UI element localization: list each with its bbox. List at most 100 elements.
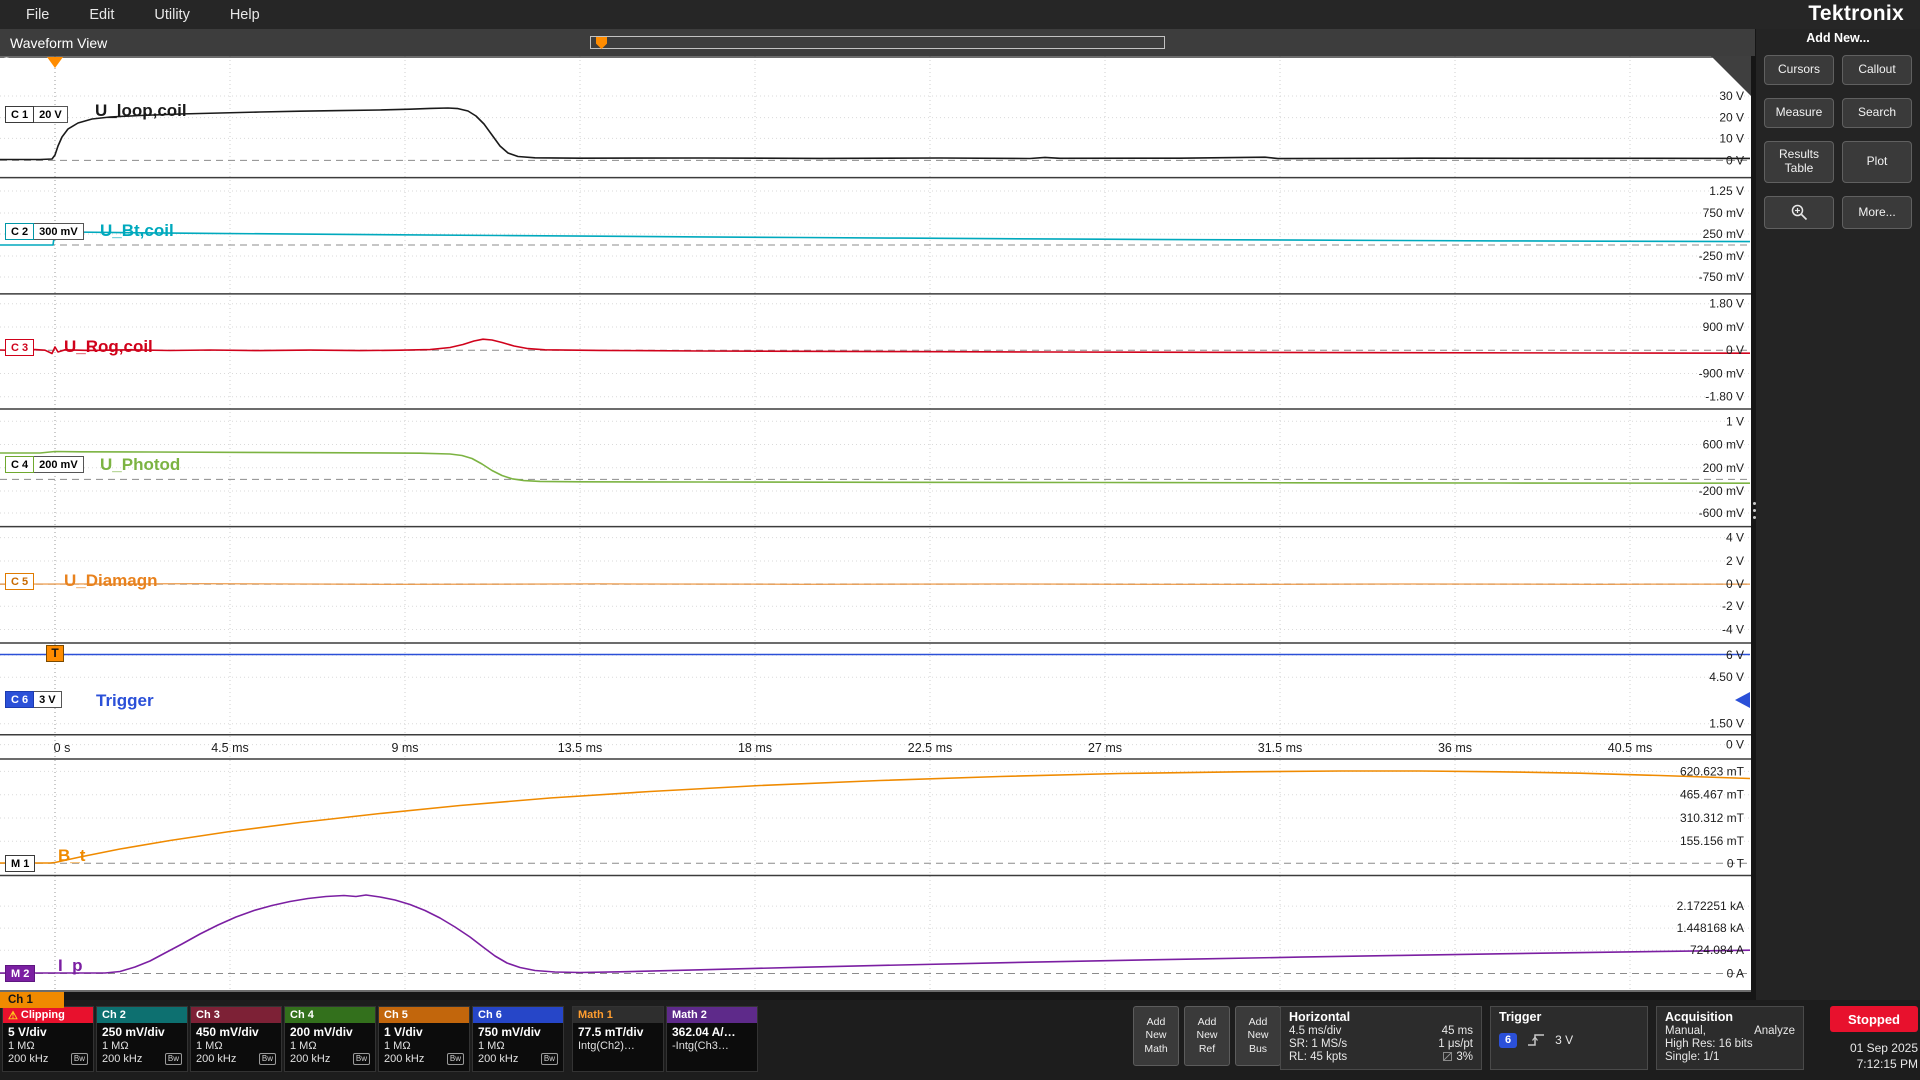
channel-badge-c3[interactable]: C 3 [5,339,34,356]
bottom-bar: ⚠Clipping5 V/div1 MΩ200 kHzBwCh 2250 mV/… [0,1000,1920,1080]
more-button[interactable]: More... [1842,196,1912,229]
run-stop-button[interactable]: Stopped [1830,1006,1918,1032]
channel-scale-label: 3 V [34,691,62,708]
horizontal-panel[interactable]: Horizontal 4.5 ms/div45 msSR: 1 MS/s1 μs… [1280,1006,1482,1070]
waveform-view[interactable]: U_loop,coil30 V20 V10 V0 VU_Bt,coil1.25 … [0,56,1751,992]
time-axis: 0 s4.5 ms9 ms13.5 ms18 ms22.5 ms27 ms31.… [54,741,1653,755]
bottom-badge-math-2[interactable]: Math 2362.04 A/…-Intg(Ch3… [666,1006,758,1072]
trace-c1 [0,108,1750,160]
scale-label: -600 mV [1699,506,1744,520]
badge-header-label: Ch 6 [478,1009,502,1021]
acquisition-panel[interactable]: Acquisition Manual, Analyze High Res: 16… [1656,1006,1804,1070]
waveform-view-title: Waveform View [10,35,107,51]
time-label: 31.5 ms [1258,741,1302,755]
scale-label: -200 mV [1699,484,1744,498]
measure-button[interactable]: Measure [1764,98,1834,128]
time-label: 9 ms [391,741,418,755]
horizontal-row-left: RL: 45 kpts [1289,1051,1347,1063]
channel-id-label: C 4 [5,456,34,473]
plot-button[interactable]: Plot [1842,141,1912,183]
badge-row2: 1 MΩ [3,1039,93,1052]
time-label: 40.5 ms [1608,741,1652,755]
trace-label-c5: U_Diamagn [64,571,158,590]
time-label: 4.5 ms [211,741,249,755]
bottom-badge-ch-6[interactable]: Ch 6750 mV/div1 MΩ200 kHzBw [472,1006,564,1072]
badge-row2: 1 MΩ [379,1039,469,1052]
menu-help[interactable]: Help [230,7,260,23]
bottom-badge-clipping[interactable]: ⚠Clipping5 V/div1 MΩ200 kHzBw [2,1006,94,1072]
badge-scale: 750 mV/div [473,1023,563,1039]
horizontal-row-right: 1 μs/pt [1438,1038,1473,1050]
bottom-badge-ch-4[interactable]: Ch 4200 mV/div1 MΩ200 kHzBw [284,1006,376,1072]
record-view-navigator[interactable] [590,36,1165,49]
bottom-badge-ch-5[interactable]: Ch 51 V/div1 MΩ200 kHzBw [378,1006,470,1072]
channel-badge-m1[interactable]: M 1 [5,855,35,872]
channel-id-label: C 2 [5,223,34,240]
channel-badge-c4[interactable]: C 4200 mV [5,456,84,473]
trigger-position-marker[interactable] [47,57,63,68]
callout-button[interactable]: Callout [1842,55,1912,85]
channel-scale-label: 200 mV [34,456,84,473]
badge-header-label: Ch 2 [102,1009,126,1021]
add-new-math-button[interactable]: AddNewMath [1133,1006,1179,1066]
badge-scale: 200 mV/div [285,1023,375,1039]
selected-channel-tab[interactable]: Ch 1 [0,992,64,1008]
magnifier-plus-icon [1790,203,1809,222]
panel-resize-handle[interactable] [1752,498,1757,523]
channel-badge-c2[interactable]: C 2300 mV [5,223,84,240]
results-table-button[interactable]: Results Table [1764,141,1834,183]
badge-header-label: Clipping [21,1009,65,1021]
bandwidth-limit-icon: Bw [447,1053,464,1065]
scale-label: 1.448168 kA [1677,921,1744,935]
add-new-label[interactable]: Add New... [1756,29,1920,45]
badge-row2: 1 MΩ [285,1039,375,1052]
add-new-ref-button[interactable]: AddNewRef [1184,1006,1230,1066]
trigger-level-marker[interactable] [1735,692,1750,708]
trigger-source-badge[interactable]: T [46,645,64,662]
channel-badge-c6[interactable]: C 63 V [5,691,62,708]
zoom-button[interactable] [1764,196,1834,229]
time-label: 27 ms [1088,741,1122,755]
scale-label: 724.084 A [1690,943,1744,957]
search-button[interactable]: Search [1842,98,1912,128]
horizontal-title: Horizontal [1289,1010,1473,1024]
badge-bandwidth: 200 kHz [478,1053,518,1065]
channel-badge-c5[interactable]: C 5 [5,573,34,590]
badge-header-label: Ch 5 [384,1009,408,1021]
badge-bandwidth: 200 kHz [8,1053,48,1065]
channel-badge-m2[interactable]: M 2 [5,965,35,982]
trigger-panel[interactable]: Trigger 6 3 V [1490,1006,1648,1070]
bandwidth-limit-icon: Bw [71,1053,88,1065]
scale-label: -250 mV [1699,249,1744,263]
scale-label: 1.25 V [1709,184,1744,198]
channel-c3: U_Rog,coil1.80 V900 mV0 V-900 mV-1.80 V [0,297,1751,404]
scale-label: 155.156 mT [1680,834,1745,848]
waveform-view-titlebar: Waveform View [0,29,1755,56]
scale-label: 750 mV [1703,206,1744,220]
menu-edit[interactable]: Edit [89,7,114,23]
badge-header-label: Math 1 [578,1009,613,1021]
bottom-badge-ch-2[interactable]: Ch 2250 mV/div1 MΩ200 kHzBw [96,1006,188,1072]
navigator-trigger-icon [596,37,607,49]
bandwidth-limit-icon: Bw [259,1053,276,1065]
badge-scale: 362.04 A/… [667,1023,757,1039]
scale-label: 620.623 mT [1680,764,1745,778]
bottom-badge-ch-3[interactable]: Ch 3450 mV/div1 MΩ200 kHzBw [190,1006,282,1072]
scale-label: 0 T [1727,856,1745,870]
menu-utility[interactable]: Utility [154,7,189,23]
menu-file[interactable]: File [26,7,49,23]
channel-c1: U_loop,coil30 V20 V10 V0 V [0,89,1751,167]
bottom-badge-math-1[interactable]: Math 177.5 mT/divIntg(Ch2)… [572,1006,664,1072]
zoom-corner-icon[interactable] [1711,56,1751,96]
acquisition-count: Single: 1/1 [1665,1051,1719,1063]
channel-id-label: C 6 [5,691,34,708]
datetime: 01 Sep 2025 7:12:15 PM [1800,1040,1918,1072]
add-new-bus-button[interactable]: AddNewBus [1235,1006,1281,1066]
trigger-title: Trigger [1499,1010,1639,1024]
channel-badge-c1[interactable]: C 120 V [5,106,68,123]
channel-c6: Trigger6 V4.50 V1.50 V0 V [0,648,1751,752]
scale-label: 4 V [1726,531,1744,545]
trace-label-c6: Trigger [96,691,154,710]
cursors-button[interactable]: Cursors [1764,55,1834,85]
acquisition-title: Acquisition [1665,1010,1795,1024]
